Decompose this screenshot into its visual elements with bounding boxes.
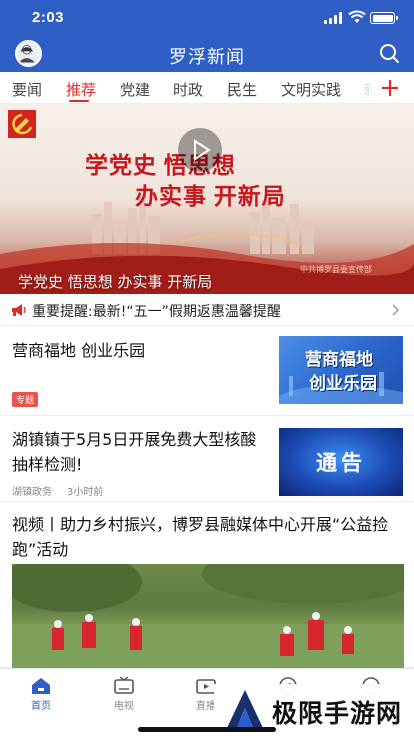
search-icon[interactable]	[378, 42, 400, 64]
tab-yaowen[interactable]: 要闻	[12, 79, 42, 100]
nav-label: 电视	[114, 701, 134, 712]
tab-shizheng[interactable]: 时政	[173, 79, 203, 100]
video-scene	[12, 564, 404, 668]
chevron-right-icon	[392, 304, 400, 316]
banner-watermark: 中共博罗县委宣传部	[300, 265, 372, 274]
list-item[interactable]: 湖镇镇于5月5日开展免费大型核酸抽样检测! 湖镇政务 3小时前 通告	[0, 416, 414, 502]
article-title: 视频丨助力乡村振兴，博罗县融媒体中心开展“公益捡跑”活动	[12, 515, 389, 559]
battery-icon	[370, 12, 398, 24]
megaphone-icon	[12, 304, 26, 316]
banner-caption: 学党史 悟思想 办实事 开新局	[18, 273, 213, 291]
article-time: 3小时前	[67, 487, 104, 498]
tab-fade	[356, 72, 374, 103]
watermark-logo-icon	[226, 690, 264, 730]
list-item[interactable]: 视频丨助力乡村振兴，博罗县融媒体中心开展“公益捡跑”活动	[0, 502, 414, 668]
nav-item-home[interactable]: 首页	[11, 669, 71, 719]
active-tab-indicator	[69, 100, 89, 102]
notice-text: 重要提醒:最新!“五一”假期返惠温馨提醒	[32, 304, 281, 320]
wifi-icon	[348, 10, 366, 23]
video-thumbnail[interactable]	[12, 564, 404, 668]
watermark-text: 极限手游网	[272, 699, 403, 728]
article-thumbnail: 营商福地 创业乐园	[279, 336, 403, 404]
banner-slogan-line2: 办实事 开新局	[135, 184, 286, 209]
tab-minsheng[interactable]: 民生	[227, 79, 257, 100]
special-topic-badge: 专题	[12, 392, 39, 407]
home-indicator[interactable]	[138, 727, 276, 732]
tab-wenming-shijian[interactable]: 文明实践	[281, 79, 341, 100]
play-icon[interactable]	[176, 126, 224, 174]
article-title: 营商福地 创业乐园	[12, 341, 146, 360]
thumbnail-text: 通告	[316, 451, 366, 475]
nav-item-tv[interactable]: 电视	[94, 669, 154, 719]
thumbnail-text-line2: 创业乐园	[309, 374, 377, 393]
article-thumbnail: 通告	[279, 428, 403, 496]
cellular-signal-icon	[324, 12, 344, 24]
tab-tuijian[interactable]: 推荐	[66, 79, 96, 100]
home-icon	[32, 678, 50, 694]
article-title: 湖镇镇于5月5日开展免费大型核酸抽样检测!	[12, 430, 257, 474]
party-emblem-icon	[8, 110, 36, 138]
plus-icon[interactable]	[380, 78, 400, 98]
tab-dangjian[interactable]: 党建	[120, 79, 150, 100]
notice-bar[interactable]: 重要提醒:最新!“五一”假期返惠温馨提醒	[0, 294, 414, 326]
tv-icon	[114, 676, 134, 694]
status-bar: 2:03	[0, 0, 414, 34]
app-title: 罗浮新闻	[169, 47, 245, 68]
article-source: 湖镇政务	[12, 487, 52, 498]
category-tabs: 要闻 推荐 党建 时政 民生 文明实践 新	[0, 72, 414, 104]
list-item[interactable]: 营商福地 创业乐园 专题 营商福地 创业乐园	[0, 326, 414, 416]
nav-label: 首页	[31, 701, 51, 712]
app-header: 2:03 罗浮新闻	[0, 0, 414, 72]
thumbnail-text-line1: 营商福地	[305, 350, 373, 369]
status-time: 2:03	[32, 9, 65, 26]
